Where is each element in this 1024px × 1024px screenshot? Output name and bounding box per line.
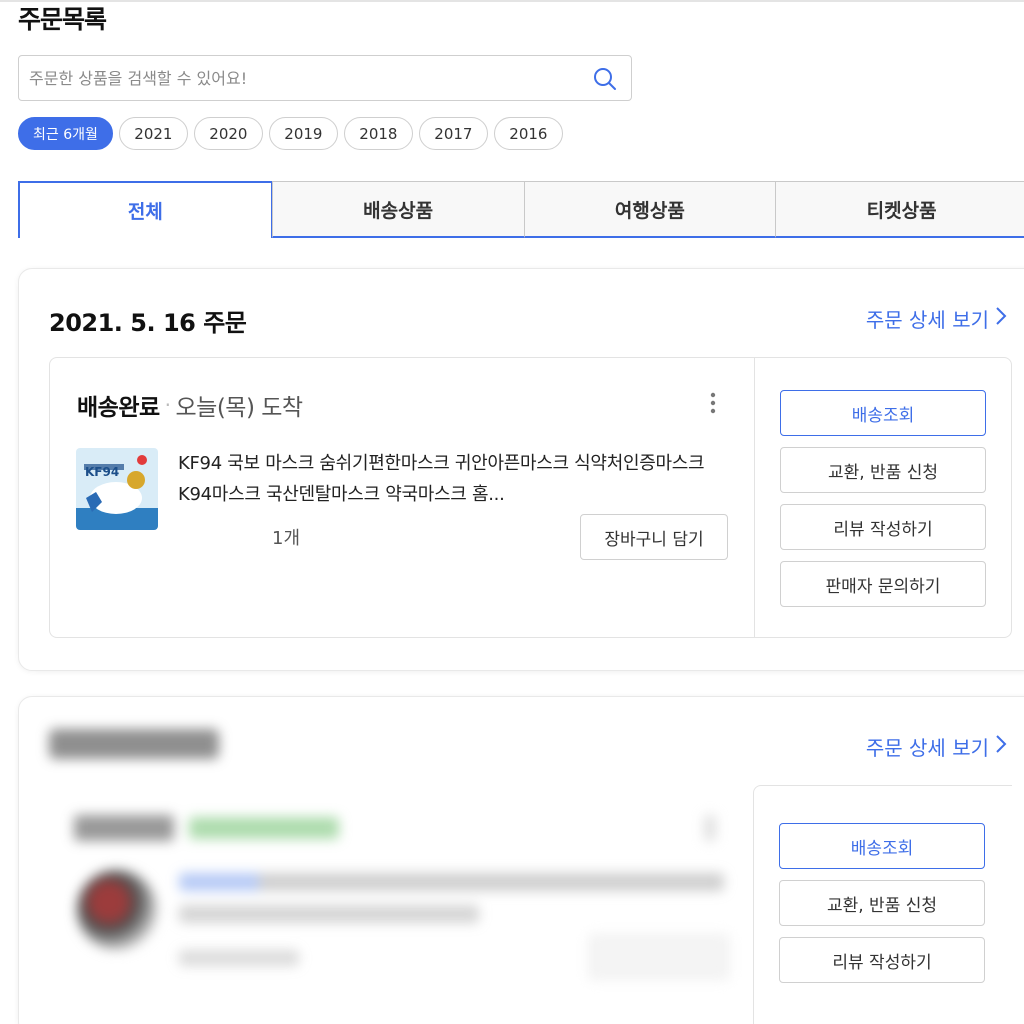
order-detail-label: 주문 상세 보기	[865, 308, 989, 332]
blurred-thumbnail	[77, 870, 157, 950]
filter-chip-2018[interactable]: 2018	[343, 117, 413, 150]
tab-all[interactable]: 전체	[18, 181, 273, 238]
order-actions: 배송조회 교환, 반품 신청 리뷰 작성하기 판매자 문의하기	[754, 358, 1013, 637]
status-label: 배송완료	[77, 395, 160, 421]
blurred-order-date	[49, 729, 219, 759]
order-detail-link[interactable]: 주문 상세 보기	[866, 732, 1007, 761]
order-date: 2021. 5. 16 주문	[49, 309, 247, 337]
contact-seller-button[interactable]: 판매자 문의하기	[780, 561, 986, 607]
order-card: 2021. 5. 16 주문 주문 상세 보기 배송완료 · 오늘(목) 도착 …	[18, 268, 1024, 671]
write-review-button[interactable]: 리뷰 작성하기	[779, 937, 985, 983]
search-icon[interactable]	[593, 67, 617, 91]
search-box	[18, 55, 632, 101]
search-input[interactable]	[29, 64, 589, 92]
filter-chip-recent-6-months[interactable]: 최근 6개월	[18, 117, 113, 150]
blurred-quantity	[179, 950, 299, 966]
filter-chip-2020[interactable]: 2020	[193, 117, 263, 150]
blurred-arrival	[189, 817, 339, 839]
more-options-icon[interactable]	[710, 392, 716, 414]
track-delivery-button[interactable]: 배송조회	[780, 390, 986, 436]
exchange-return-button[interactable]: 교환, 반품 신청	[779, 880, 985, 926]
tab-delivery-products[interactable]: 배송상품	[271, 181, 525, 238]
blurred-order-item	[49, 785, 753, 1024]
blurred-more-icon	[704, 815, 716, 841]
arrival-text: 오늘(목) 도착	[175, 395, 304, 421]
year-filter: 최근 6개월 2021 2020 2019 2018 2017 2016	[18, 117, 563, 150]
delivery-status: 배송완료 · 오늘(목) 도착	[77, 388, 303, 422]
write-review-button[interactable]: 리뷰 작성하기	[780, 504, 986, 550]
add-to-cart-button[interactable]: 장바구니 담기	[580, 514, 728, 560]
product-quantity: 1개	[272, 528, 301, 549]
tab-ticket-products[interactable]: 티켓상품	[775, 181, 1024, 238]
order-item-info: 배송완료 · 오늘(목) 도착 KF94 KF94 국보 마스크 숨쉬기편한마스…	[50, 358, 754, 637]
blurred-product-line	[179, 905, 479, 923]
page-title: 주문목록	[18, 5, 107, 34]
order-detail-link[interactable]: 주문 상세 보기	[866, 304, 1007, 333]
tab-travel-products[interactable]: 여행상품	[523, 181, 777, 238]
blurred-cart-button	[589, 935, 729, 979]
order-card: 주문 상세 보기 배송조회 교환, 반품 신청 리뷰 작성하기	[18, 696, 1024, 1024]
product-name[interactable]: KF94 국보 마스크 숨쉬기편한마스크 귀안아픈마스크 식약처인증마스크 K9…	[178, 448, 718, 510]
thumb-text: KF94	[85, 465, 119, 479]
filter-chip-2016[interactable]: 2016	[493, 117, 563, 150]
filter-chip-2017[interactable]: 2017	[418, 117, 488, 150]
blurred-product-line	[179, 873, 724, 891]
exchange-return-button[interactable]: 교환, 반품 신청	[780, 447, 986, 493]
product-thumbnail[interactable]: KF94	[76, 448, 158, 530]
filter-chip-2021[interactable]: 2021	[118, 117, 188, 150]
separator-dot: ·	[164, 393, 171, 417]
chevron-right-icon	[995, 306, 1007, 331]
category-tabs: 전체 배송상품 여행상품 티켓상품	[18, 181, 1024, 238]
chevron-right-icon	[995, 734, 1007, 759]
top-divider	[0, 0, 1024, 2]
order-item-box: 배송완료 · 오늘(목) 도착 KF94 KF94 국보 마스크 숨쉬기편한마스…	[49, 357, 1012, 638]
blurred-status	[74, 815, 174, 841]
order-actions: 배송조회 교환, 반품 신청 리뷰 작성하기	[753, 785, 1012, 1024]
order-detail-label: 주문 상세 보기	[865, 736, 989, 760]
track-delivery-button[interactable]: 배송조회	[779, 823, 985, 869]
filter-chip-2019[interactable]: 2019	[268, 117, 338, 150]
